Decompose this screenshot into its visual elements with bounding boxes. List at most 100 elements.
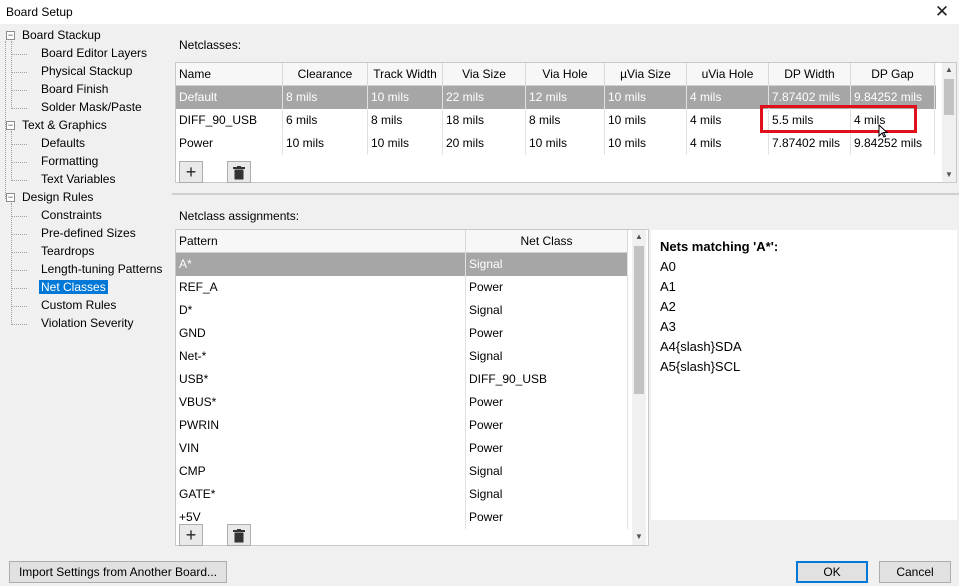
table-cell[interactable]: 6 mils xyxy=(283,109,368,132)
table-row[interactable]: PWRIN Power xyxy=(176,414,628,437)
column-header[interactable]: DP Width xyxy=(769,63,851,86)
column-header[interactable]: uVia Hole xyxy=(687,63,769,86)
table-cell[interactable]: A* xyxy=(176,253,466,276)
table-cell[interactable]: 20 mils xyxy=(443,132,526,155)
table-cell[interactable]: 22 mils xyxy=(443,86,526,109)
table-cell[interactable]: VBUS* xyxy=(176,391,466,414)
table-cell[interactable]: Power xyxy=(466,276,628,299)
table-cell[interactable]: Signal xyxy=(466,253,628,276)
table-cell[interactable]: 4 mils xyxy=(851,109,935,132)
table-row[interactable]: GND Power xyxy=(176,322,628,345)
table-row[interactable]: A* Signal xyxy=(176,253,628,276)
column-header[interactable]: DP Gap xyxy=(851,63,935,86)
table-cell[interactable]: 10 mils xyxy=(605,132,687,155)
tree-item-defaults[interactable]: Defaults xyxy=(11,135,87,152)
panel-splitter[interactable] xyxy=(172,193,959,195)
table-cell[interactable]: 8 mils xyxy=(283,86,368,109)
cancel-button[interactable]: Cancel xyxy=(879,561,951,583)
scrollbar-thumb[interactable] xyxy=(634,246,644,394)
table-row[interactable]: REF_A Power xyxy=(176,276,628,299)
table-row[interactable]: VIN Power xyxy=(176,437,628,460)
collapse-icon[interactable]: − xyxy=(6,31,15,40)
table-cell[interactable]: USB* xyxy=(176,368,466,391)
delete-netclass-button[interactable] xyxy=(227,161,251,183)
column-header[interactable]: Pattern xyxy=(176,230,466,253)
table-cell[interactable]: REF_A xyxy=(176,276,466,299)
scroll-down-icon[interactable]: ▼ xyxy=(942,168,956,182)
tree-item-violation-severity[interactable]: Violation Severity xyxy=(11,315,136,332)
table-cell[interactable]: +5V xyxy=(176,506,466,529)
import-settings-button[interactable]: Import Settings from Another Board... xyxy=(9,561,227,583)
column-header[interactable]: Name xyxy=(176,63,283,86)
close-icon[interactable]: ✕ xyxy=(931,1,953,23)
table-cell[interactable]: 8 mils xyxy=(368,109,443,132)
table-row[interactable]: CMP Signal xyxy=(176,460,628,483)
column-header[interactable]: µVia Size xyxy=(605,63,687,86)
table-cell[interactable]: Power xyxy=(466,391,628,414)
table-cell[interactable]: 4 mils xyxy=(687,132,769,155)
table-cell[interactable]: 7.87402 mils xyxy=(769,86,851,109)
tree-item-board-editor-layers[interactable]: Board Editor Layers xyxy=(11,45,149,62)
table-row[interactable]: Default 8 mils 10 mils 22 mils 12 mils 10 mil… xyxy=(176,86,936,109)
netclasses-scrollbar[interactable]: ▲ ▼ xyxy=(942,63,956,182)
table-cell[interactable]: 10 mils xyxy=(605,86,687,109)
collapse-icon[interactable]: − xyxy=(6,193,15,202)
tree-item-length-tuning-patterns[interactable]: Length-tuning Patterns xyxy=(11,261,164,278)
table-cell[interactable]: 12 mils xyxy=(526,86,605,109)
column-header[interactable]: Net Class xyxy=(466,230,628,253)
tree-item-physical-stackup[interactable]: Physical Stackup xyxy=(11,63,134,80)
table-row[interactable]: Power 10 mils 10 mils 20 mils 10 mils 10 mils… xyxy=(176,132,936,155)
table-cell[interactable]: CMP xyxy=(176,460,466,483)
column-header[interactable]: Via Hole xyxy=(526,63,605,86)
table-cell[interactable]: 5.5 mils xyxy=(769,109,851,132)
scrollbar-thumb[interactable] xyxy=(944,79,954,115)
table-cell[interactable]: Power xyxy=(466,437,628,460)
column-header[interactable]: Via Size xyxy=(443,63,526,86)
table-cell[interactable]: 4 mils xyxy=(687,109,769,132)
table-cell[interactable]: DIFF_90_USB xyxy=(466,368,628,391)
table-cell[interactable]: 10 mils xyxy=(605,109,687,132)
column-header[interactable]: Clearance xyxy=(283,63,368,86)
table-cell[interactable]: 7.87402 mils xyxy=(769,132,851,155)
table-row[interactable]: VBUS* Power xyxy=(176,391,628,414)
table-cell[interactable]: 4 mils xyxy=(687,86,769,109)
table-cell[interactable]: DIFF_90_USB xyxy=(176,109,283,132)
tree-item-text-variables[interactable]: Text Variables xyxy=(11,171,117,188)
add-assignment-button[interactable]: + xyxy=(179,524,203,546)
table-cell[interactable]: Signal xyxy=(466,299,628,322)
table-cell[interactable]: Signal xyxy=(466,345,628,368)
ok-button[interactable]: OK xyxy=(796,561,868,583)
table-cell[interactable]: Power xyxy=(176,132,283,155)
table-cell[interactable]: Default xyxy=(176,86,283,109)
table-cell[interactable]: 9.84252 mils xyxy=(851,86,935,109)
tree-item-text-graphics[interactable]: − Text & Graphics xyxy=(6,117,109,134)
assignments-scrollbar[interactable]: ▲ ▼ xyxy=(632,230,646,545)
table-cell[interactable]: GATE* xyxy=(176,483,466,506)
tree-item-board-stackup[interactable]: − Board Stackup xyxy=(6,27,103,44)
table-row[interactable]: USB* DIFF_90_USB xyxy=(176,368,628,391)
tree-item-custom-rules[interactable]: Custom Rules xyxy=(11,297,118,314)
tree-item-pre-defined-sizes[interactable]: Pre-defined Sizes xyxy=(11,225,138,242)
scroll-up-icon[interactable]: ▲ xyxy=(632,230,646,244)
tree-item-formatting[interactable]: Formatting xyxy=(11,153,100,170)
tree-item-teardrops[interactable]: Teardrops xyxy=(11,243,96,260)
tree-item-solder-mask-paste[interactable]: Solder Mask/Paste xyxy=(11,99,144,116)
table-row[interactable]: D* Signal xyxy=(176,299,628,322)
tree-item-design-rules[interactable]: − Design Rules xyxy=(6,189,95,206)
table-cell[interactable]: 10 mils xyxy=(526,132,605,155)
add-netclass-button[interactable]: + xyxy=(179,161,203,183)
table-cell[interactable]: Power xyxy=(466,322,628,345)
table-cell[interactable]: 10 mils xyxy=(368,86,443,109)
scroll-up-icon[interactable]: ▲ xyxy=(942,63,956,77)
table-cell[interactable]: GND xyxy=(176,322,466,345)
table-cell[interactable]: D* xyxy=(176,299,466,322)
table-cell[interactable]: Signal xyxy=(466,483,628,506)
tree-item-constraints[interactable]: Constraints xyxy=(11,207,104,224)
table-cell[interactable]: 8 mils xyxy=(526,109,605,132)
table-cell[interactable]: 9.84252 mils xyxy=(851,132,935,155)
table-cell[interactable]: PWRIN xyxy=(176,414,466,437)
table-row[interactable]: DIFF_90_USB 6 mils 8 mils 18 mils 8 mils 10 m… xyxy=(176,109,936,132)
table-cell[interactable]: Net-* xyxy=(176,345,466,368)
table-row[interactable]: Net-* Signal xyxy=(176,345,628,368)
tree-item-net-classes[interactable]: Net Classes xyxy=(11,279,108,296)
